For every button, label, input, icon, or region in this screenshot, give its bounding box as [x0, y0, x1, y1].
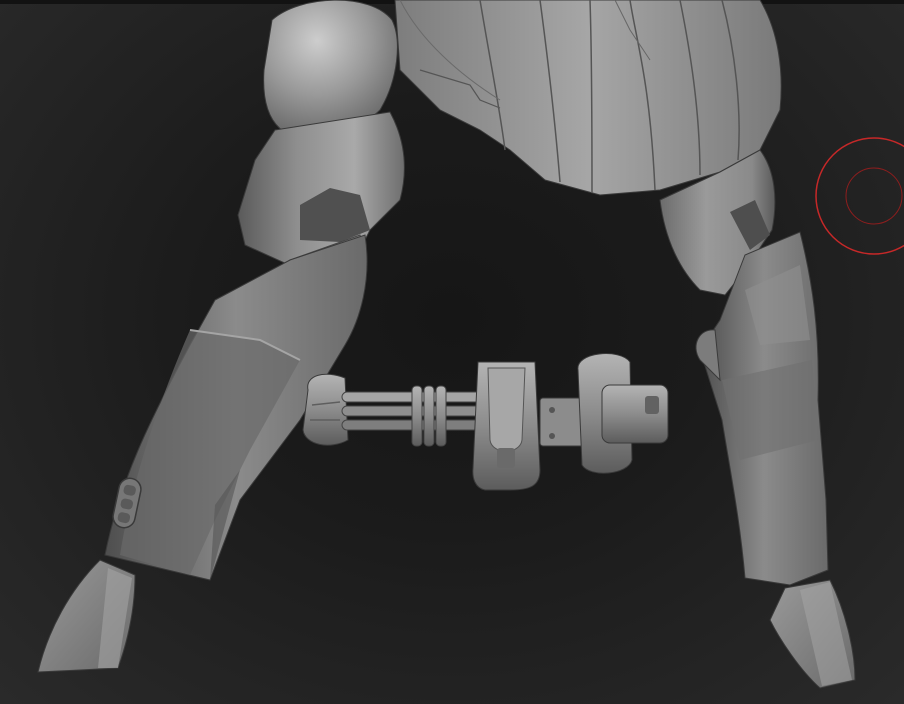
torso-armor [394, 0, 782, 196]
right-boot [769, 579, 856, 689]
brush-cursor-icon[interactable] [815, 137, 904, 255]
belt-gadget [302, 353, 669, 491]
sculpt-scene [37, 0, 904, 689]
left-boot [37, 559, 136, 673]
left-thigh-armor [237, 0, 405, 276]
sculpt-viewport[interactable] [0, 0, 904, 704]
